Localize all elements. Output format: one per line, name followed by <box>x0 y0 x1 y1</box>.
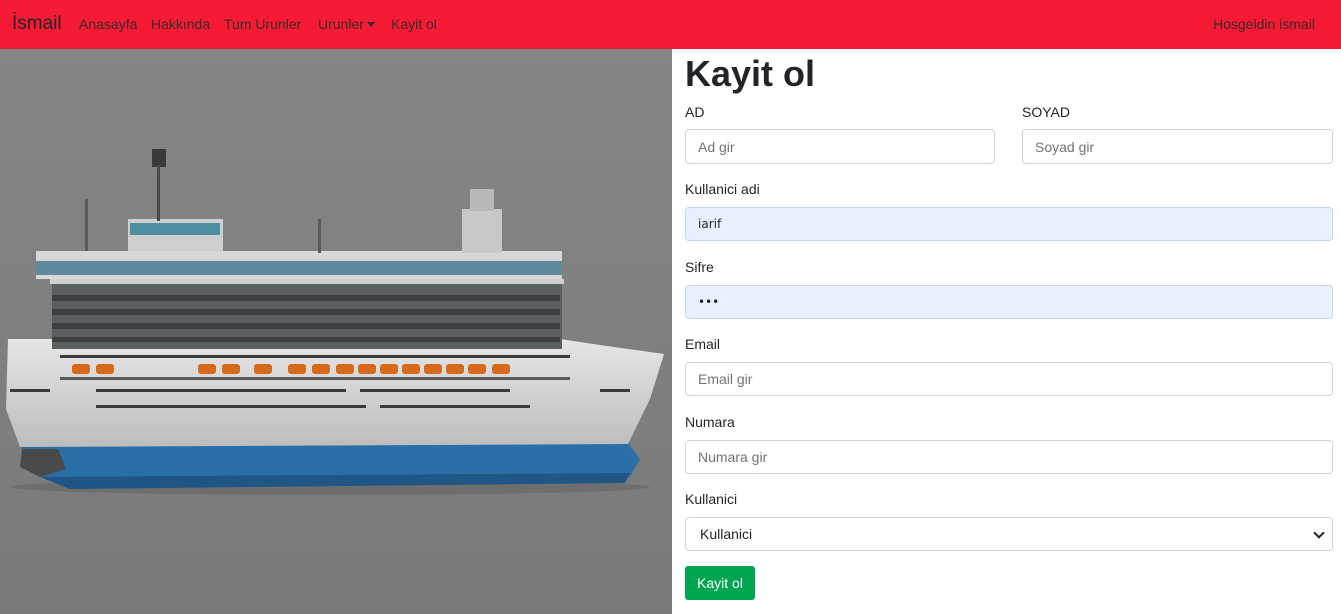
nav-link-anasayfa[interactable]: Anasayfa <box>79 16 137 33</box>
nav-link-hakkinda[interactable]: Hakkında <box>151 16 210 33</box>
user-greeting[interactable]: Hosgeldin ismail <box>1213 16 1315 33</box>
navbar: İsmail Anasayfa Hakkında Tum Urunler Uru… <box>0 0 1341 49</box>
ad-label: AD <box>685 104 705 120</box>
soyad-label: SOYAD <box>1022 104 1070 120</box>
page-title: Kayit ol <box>685 53 816 94</box>
email-label: Email <box>685 336 721 352</box>
kullanici-adi-label: Kullanici adi <box>685 181 760 197</box>
username-field[interactable] <box>685 207 1333 241</box>
nav-dropdown-urunler[interactable]: Urunler <box>318 16 375 33</box>
numara-label: Numara <box>685 414 735 430</box>
nav-dropdown-label: Urunler <box>318 16 364 32</box>
password-field[interactable]: ••• <box>685 285 1333 319</box>
brand-link[interactable]: İsmail <box>12 12 62 36</box>
kullanici-select[interactable]: Kullanici <box>685 517 1333 551</box>
chevron-down-icon <box>1313 527 1325 539</box>
numara-field[interactable] <box>685 440 1333 474</box>
soyad-field[interactable] <box>1022 129 1333 164</box>
ad-field[interactable] <box>685 129 995 164</box>
cruise-ship-image <box>0 49 672 614</box>
nav-link-tum-urunler[interactable]: Tum Urunler <box>224 16 301 33</box>
submit-button[interactable]: Kayit ol <box>685 566 755 600</box>
kullanici-label: Kullanici <box>685 491 738 507</box>
kullanici-select-value: Kullanici <box>700 526 753 542</box>
sifre-label: Sifre <box>685 259 714 275</box>
caret-down-icon <box>366 22 375 27</box>
cruise-ship-illustration <box>0 49 672 614</box>
email-field[interactable] <box>685 362 1333 396</box>
nav-link-kayit-ol[interactable]: Kayit ol <box>391 16 437 33</box>
